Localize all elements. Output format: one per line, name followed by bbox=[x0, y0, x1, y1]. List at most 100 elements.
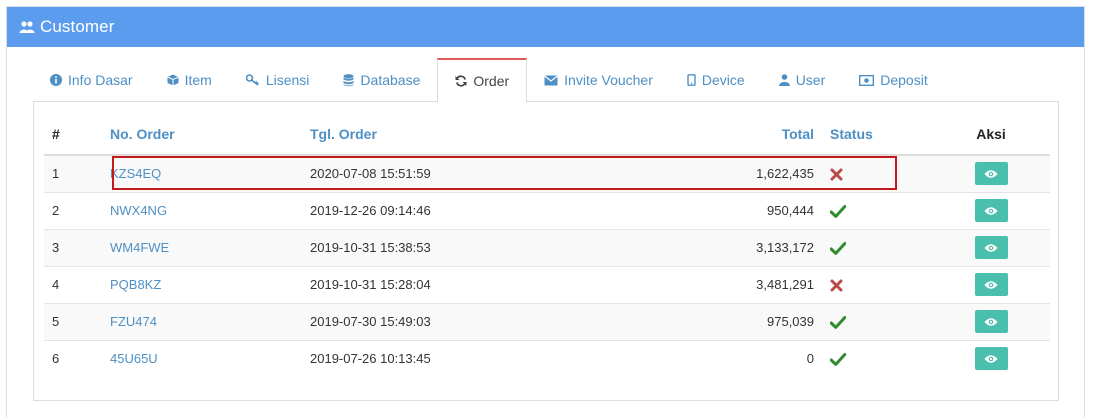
col-header-aksi: Aksi bbox=[932, 114, 1050, 156]
cell-aksi bbox=[932, 265, 1050, 303]
check-icon bbox=[830, 205, 846, 218]
view-order-button[interactable] bbox=[974, 162, 1008, 186]
table-row: 2 NWX4NG 2019-12-26 09:14:46 950,444 bbox=[44, 191, 1050, 229]
tab-label: Order bbox=[473, 73, 510, 89]
cell-order-date: 2019-07-26 10:13:45 bbox=[302, 339, 632, 377]
eye-icon bbox=[984, 243, 998, 253]
cell-status bbox=[822, 302, 932, 340]
cell-order-date: 2019-07-30 15:49:03 bbox=[302, 302, 632, 340]
tab-invite-voucher[interactable]: Invite Voucher bbox=[527, 58, 670, 102]
users-icon bbox=[19, 20, 35, 34]
cell-total: 950,444 bbox=[632, 191, 822, 229]
customer-panel: Customer Info Dasar Item Lisensi Databas… bbox=[6, 6, 1085, 417]
cell-number: 3 bbox=[44, 228, 102, 266]
tab-database[interactable]: Database bbox=[326, 58, 437, 102]
eye-icon bbox=[984, 317, 998, 327]
cell-total: 3,133,172 bbox=[632, 228, 822, 266]
table-header-row: # No. Order Tgl. Order Total Status Aksi bbox=[44, 114, 1050, 156]
tab-order[interactable]: Order bbox=[437, 58, 528, 103]
tab-label: Item bbox=[184, 72, 212, 88]
database-icon bbox=[343, 73, 354, 87]
eye-icon bbox=[984, 206, 998, 216]
table-row: 6 45U65U 2019-07-26 10:13:45 0 bbox=[44, 339, 1050, 377]
tab-deposit[interactable]: Deposit bbox=[842, 58, 944, 102]
cell-status bbox=[822, 191, 932, 229]
tab-label: Invite Voucher bbox=[564, 72, 653, 88]
cell-aksi bbox=[932, 302, 1050, 340]
cell-order-number[interactable]: KZS4EQ bbox=[102, 155, 302, 192]
eye-icon bbox=[984, 169, 998, 179]
cell-order-number[interactable]: FZU474 bbox=[102, 302, 302, 340]
cell-aksi bbox=[932, 339, 1050, 377]
cell-number: 2 bbox=[44, 191, 102, 229]
view-order-button[interactable] bbox=[974, 310, 1008, 333]
panel-heading: Customer bbox=[7, 7, 1084, 47]
key-icon bbox=[245, 74, 260, 86]
table-row: 3 WM4FWE 2019-10-31 15:38:53 3,133,172 bbox=[44, 228, 1050, 266]
cell-order-number[interactable]: PQB8KZ bbox=[102, 265, 302, 303]
cell-aksi bbox=[932, 228, 1050, 266]
panel-title: Customer bbox=[40, 17, 115, 36]
user-icon bbox=[778, 74, 790, 86]
cell-total: 1,622,435 bbox=[632, 155, 822, 192]
tab-label: Info Dasar bbox=[68, 72, 133, 88]
view-order-button[interactable] bbox=[974, 236, 1008, 259]
cell-order-number[interactable]: 45U65U bbox=[102, 339, 302, 377]
cell-order-date: 2019-10-31 15:38:53 bbox=[302, 228, 632, 266]
col-header-order-number[interactable]: No. Order bbox=[102, 114, 302, 156]
cell-order-date: 2019-12-26 09:14:46 bbox=[302, 191, 632, 229]
cell-order-date: 2019-10-31 15:28:04 bbox=[302, 265, 632, 303]
tab-info-dasar[interactable]: Info Dasar bbox=[33, 58, 150, 102]
cell-number: 5 bbox=[44, 302, 102, 340]
tab-user[interactable]: User bbox=[762, 58, 843, 102]
tab-item[interactable]: Item bbox=[150, 58, 229, 102]
info-circle-icon bbox=[50, 74, 62, 86]
eye-icon bbox=[984, 354, 998, 364]
tab-bar: Info Dasar Item Lisensi Database Order I… bbox=[33, 58, 945, 103]
cell-status bbox=[822, 339, 932, 377]
cell-order-date: 2020-07-08 15:51:59 bbox=[302, 155, 632, 192]
tab-label: User bbox=[795, 72, 826, 88]
cell-aksi bbox=[932, 155, 1050, 192]
cell-order-number[interactable]: WM4FWE bbox=[102, 228, 302, 266]
eye-icon bbox=[984, 280, 998, 290]
check-icon bbox=[830, 242, 846, 255]
col-header-status[interactable]: Status bbox=[822, 114, 932, 156]
cell-number: 1 bbox=[44, 155, 102, 192]
cell-total: 975,039 bbox=[632, 302, 822, 340]
cell-status bbox=[822, 265, 932, 303]
cell-number: 6 bbox=[44, 339, 102, 377]
cube-icon bbox=[166, 74, 179, 86]
table-row: 5 FZU474 2019-07-30 15:49:03 975,039 bbox=[44, 302, 1050, 340]
tab-label: Device bbox=[701, 72, 745, 88]
mobile-icon bbox=[687, 74, 696, 86]
check-icon bbox=[830, 316, 846, 329]
cell-aksi bbox=[932, 191, 1050, 229]
cell-order-number[interactable]: NWX4NG bbox=[102, 191, 302, 229]
cell-status bbox=[822, 228, 932, 266]
cross-icon bbox=[830, 279, 843, 292]
check-icon bbox=[830, 353, 846, 367]
cell-number: 4 bbox=[44, 265, 102, 303]
col-header-total[interactable]: Total bbox=[632, 114, 822, 156]
view-order-button[interactable] bbox=[974, 199, 1008, 222]
order-table: # No. Order Tgl. Order Total Status Aksi… bbox=[44, 114, 1050, 377]
cross-icon bbox=[830, 168, 843, 181]
tab-label: Lisensi bbox=[265, 72, 310, 88]
order-tab-content: # No. Order Tgl. Order Total Status Aksi… bbox=[33, 101, 1059, 401]
tab-label: Deposit bbox=[880, 72, 928, 88]
view-order-button[interactable] bbox=[974, 347, 1008, 371]
col-header-order-date[interactable]: Tgl. Order bbox=[302, 114, 632, 156]
tab-label: Database bbox=[360, 72, 421, 88]
cell-status bbox=[822, 155, 932, 192]
cell-total: 0 bbox=[632, 339, 822, 377]
envelope-icon bbox=[544, 75, 559, 86]
tab-lisensi[interactable]: Lisensi bbox=[229, 58, 327, 102]
table-row: 1 KZS4EQ 2020-07-08 15:51:59 1,622,435 bbox=[44, 155, 1050, 192]
refresh-icon bbox=[455, 75, 467, 87]
cell-total: 3,481,291 bbox=[632, 265, 822, 303]
view-order-button[interactable] bbox=[974, 273, 1008, 296]
money-icon bbox=[859, 74, 875, 86]
tab-device[interactable]: Device bbox=[670, 58, 762, 102]
table-row: 4 PQB8KZ 2019-10-31 15:28:04 3,481,291 bbox=[44, 265, 1050, 303]
